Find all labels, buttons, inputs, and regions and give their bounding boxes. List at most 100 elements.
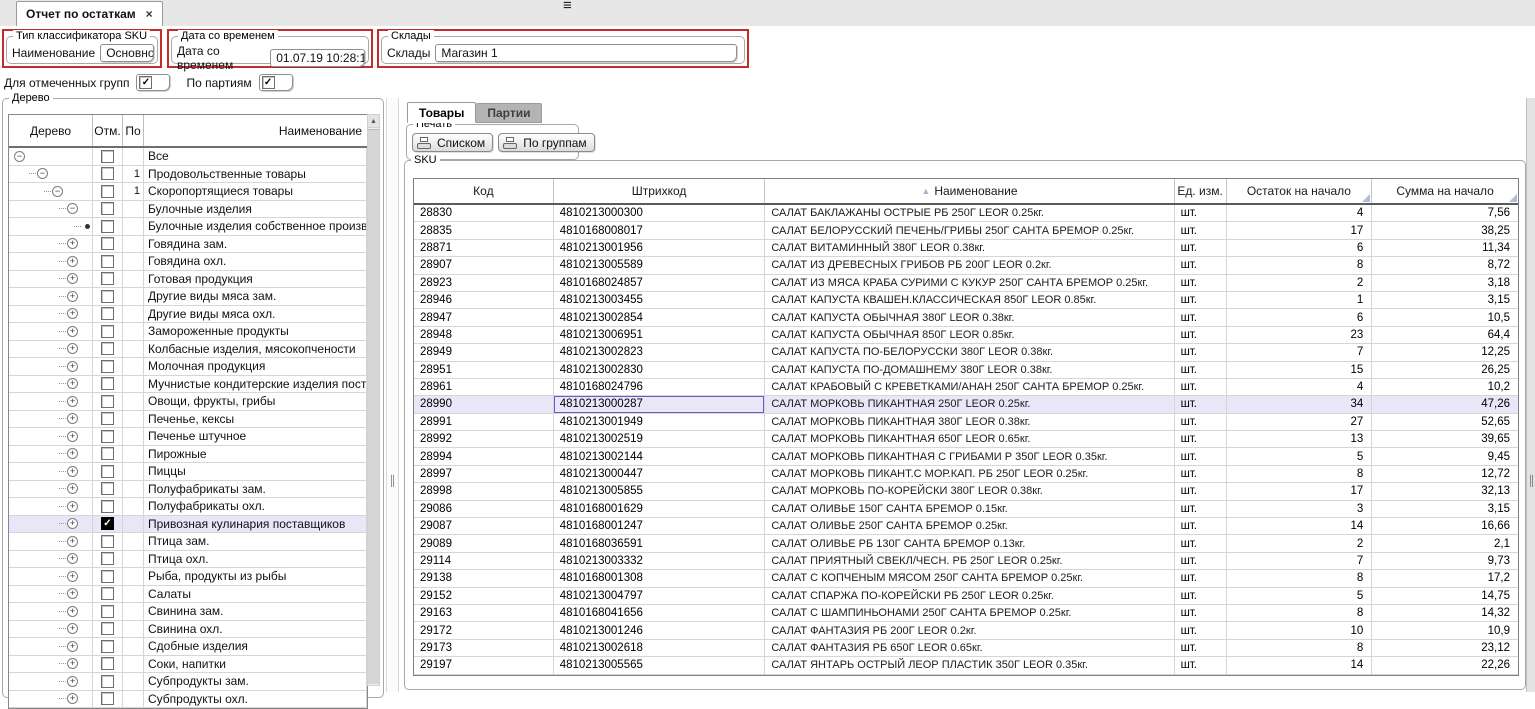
tree-row[interactable]: +Полуфабрикаты зам. <box>9 481 367 499</box>
tree-header-tree[interactable]: Дерево <box>9 115 93 146</box>
tree-row[interactable]: +Овощи, фрукты, грибы <box>9 393 367 411</box>
tree-row-checkbox[interactable] <box>101 587 114 600</box>
tree-scrollbar-thumb[interactable] <box>368 129 379 684</box>
table-row[interactable]: 289074810213005589САЛАТ ИЗ ДРЕВЕСНЫХ ГРИ… <box>414 257 1518 274</box>
table-row[interactable]: 289234810168024857САЛАТ ИЗ МЯСА КРАБА СУ… <box>414 275 1518 292</box>
tree-row-checkbox[interactable] <box>101 640 114 653</box>
scroll-up-icon[interactable]: ▲ <box>368 115 379 128</box>
tree-row[interactable]: +Салаты <box>9 586 367 604</box>
tree-row-checkbox[interactable] <box>101 657 114 670</box>
column-header-unit[interactable]: Ед. изм. <box>1175 179 1227 203</box>
close-icon[interactable]: × <box>146 7 153 21</box>
tree-row-checkbox[interactable] <box>101 500 114 513</box>
column-header-barcode[interactable]: Штрихкод <box>554 179 766 203</box>
table-row[interactable]: 288304810213000300САЛАТ БАКЛАЖАНЫ ОСТРЫЕ… <box>414 205 1518 222</box>
expand-icon[interactable]: + <box>67 291 78 302</box>
tree-row-checkbox[interactable] <box>101 342 114 355</box>
column-header-code[interactable]: Код <box>414 179 554 203</box>
collapse-icon[interactable]: − <box>52 186 63 197</box>
expand-icon[interactable]: + <box>67 326 78 337</box>
expand-icon[interactable]: + <box>67 676 78 687</box>
tree-row[interactable]: +Рыба, продукты из рыбы <box>9 568 367 586</box>
stores-input[interactable]: Магазин 1 <box>435 44 737 62</box>
tree-row[interactable]: −Все <box>9 148 367 166</box>
tree-row-checkbox[interactable] <box>101 150 114 163</box>
table-row[interactable]: 289924810213002519САЛАТ МОРКОВЬ ПИКАНТНА… <box>414 431 1518 448</box>
tree-row-checkbox[interactable] <box>101 675 114 688</box>
splitter-grip-icon[interactable]: ║ <box>1528 476 1535 487</box>
tree-row-checkbox[interactable] <box>101 412 114 425</box>
tab-report[interactable]: Отчет по остаткам × <box>16 1 163 26</box>
tree-row-checkbox[interactable] <box>101 430 114 443</box>
tree-row[interactable]: −Булочные изделия <box>9 201 367 219</box>
tree-row-checkbox[interactable] <box>101 447 114 460</box>
expand-icon[interactable]: + <box>67 501 78 512</box>
datetime-input[interactable]: 01.07.19 10:28:14 <box>270 49 365 67</box>
table-row[interactable]: 289474810213002854САЛАТ КАПУСТА ОБЫЧНАЯ … <box>414 309 1518 326</box>
table-row[interactable]: 289484810213006951САЛАТ КАПУСТА ОБЫЧНАЯ … <box>414 327 1518 344</box>
classifier-select[interactable]: Основной <box>100 44 154 62</box>
table-row[interactable]: 289514810213002830САЛАТ КАПУСТА ПО-ДОМАШ… <box>414 362 1518 379</box>
expand-icon[interactable]: + <box>67 483 78 494</box>
tree-row-checkbox[interactable] <box>101 290 114 303</box>
tree-row-checkbox[interactable] <box>101 622 114 635</box>
expand-icon[interactable]: + <box>67 536 78 547</box>
tree-row-checkbox[interactable] <box>101 237 114 250</box>
tree-row-checkbox[interactable] <box>101 482 114 495</box>
tree-row-checkbox[interactable] <box>101 692 114 705</box>
tree-row-checkbox[interactable] <box>101 255 114 268</box>
tree-row[interactable]: +Готовая продукция <box>9 271 367 289</box>
expand-icon[interactable]: + <box>67 518 78 529</box>
tree-row[interactable]: +Другие виды мяса охл. <box>9 306 367 324</box>
table-row[interactable]: 291734810213002618САЛАТ ФАНТАЗИЯ РБ 650Г… <box>414 640 1518 657</box>
expand-icon[interactable]: + <box>67 623 78 634</box>
panel-splitter[interactable]: ║ <box>386 98 399 692</box>
tree-row-checkbox[interactable] <box>101 272 114 285</box>
splitter-grip-icon[interactable]: ║ <box>389 476 396 487</box>
expand-icon[interactable]: + <box>67 553 78 564</box>
expand-icon[interactable]: + <box>67 571 78 582</box>
tree-row[interactable]: +Субпродукты охл. <box>9 691 367 709</box>
table-row[interactable]: 289914810213001949САЛАТ МОРКОВЬ ПИКАНТНА… <box>414 414 1518 431</box>
table-row[interactable]: 289944810213002144САЛАТ МОРКОВЬ ПИКАНТНА… <box>414 448 1518 465</box>
expand-icon[interactable]: + <box>67 238 78 249</box>
tree-row[interactable]: Булочные изделия собственное производств <box>9 218 367 236</box>
print-by-groups-button[interactable]: По группам <box>498 133 594 152</box>
tab-goods[interactable]: Товары <box>407 102 476 123</box>
tree-row-checkbox[interactable] <box>101 465 114 478</box>
table-row[interactable]: 291524810213004797САЛАТ СПАРЖА ПО-КОРЕЙС… <box>414 588 1518 605</box>
expand-icon[interactable]: + <box>67 378 78 389</box>
column-header-opening-qty[interactable]: Остаток на начало <box>1227 179 1373 203</box>
expand-icon[interactable]: + <box>67 466 78 477</box>
right-edge-splitter[interactable]: ║ <box>1526 98 1535 692</box>
tree-row[interactable]: +Замороженные продукты <box>9 323 367 341</box>
tree-row[interactable]: +Соки, напитки <box>9 656 367 674</box>
table-row[interactable]: 291724810213001246САЛАТ ФАНТАЗИЯ РБ 200Г… <box>414 622 1518 639</box>
table-row[interactable]: 289904810213000287САЛАТ МОРКОВЬ ПИКАНТНА… <box>414 396 1518 413</box>
tree-row[interactable]: +Говядина охл. <box>9 253 367 271</box>
tree-row[interactable]: +Пирожные <box>9 446 367 464</box>
tree-row[interactable]: +Мучнистые кондитерские изделия поставщи <box>9 376 367 394</box>
tree-row-checkbox[interactable] <box>101 325 114 338</box>
expand-icon[interactable]: + <box>67 693 78 704</box>
tree-row-checkbox[interactable] <box>101 202 114 215</box>
tree-row-checkbox[interactable] <box>101 570 114 583</box>
tree-row[interactable]: +Печенье штучное <box>9 428 367 446</box>
expand-icon[interactable]: + <box>67 431 78 442</box>
tree-row-checkbox[interactable] <box>101 360 114 373</box>
expand-icon[interactable]: + <box>67 256 78 267</box>
table-row[interactable]: 289984810213005855САЛАТ МОРКОВЬ ПО-КОРЕЙ… <box>414 483 1518 500</box>
expand-icon[interactable]: + <box>67 343 78 354</box>
expand-icon[interactable]: + <box>67 641 78 652</box>
collapse-icon[interactable]: − <box>37 168 48 179</box>
table-row[interactable]: 288354810168008017САЛАТ БЕЛОРУССКИЙ ПЕЧЕ… <box>414 222 1518 239</box>
option-marked-groups-checkbox[interactable]: ✓ <box>136 74 170 91</box>
table-row[interactable]: 289614810168024796САЛАТ КРАБОВЫЙ С КРЕВЕ… <box>414 379 1518 396</box>
tree-row-checkbox[interactable] <box>101 377 114 390</box>
expand-icon[interactable]: + <box>67 413 78 424</box>
table-row[interactable]: 290874810168001247САЛАТ ОЛИВЬЕ 250Г САНТ… <box>414 518 1518 535</box>
expand-icon[interactable]: + <box>67 588 78 599</box>
tree-row-checkbox[interactable] <box>101 185 114 198</box>
tree-row-checkbox[interactable] <box>101 552 114 565</box>
table-row[interactable]: 290894810168036591САЛАТ ОЛИВЬЕ РБ 130Г С… <box>414 535 1518 552</box>
